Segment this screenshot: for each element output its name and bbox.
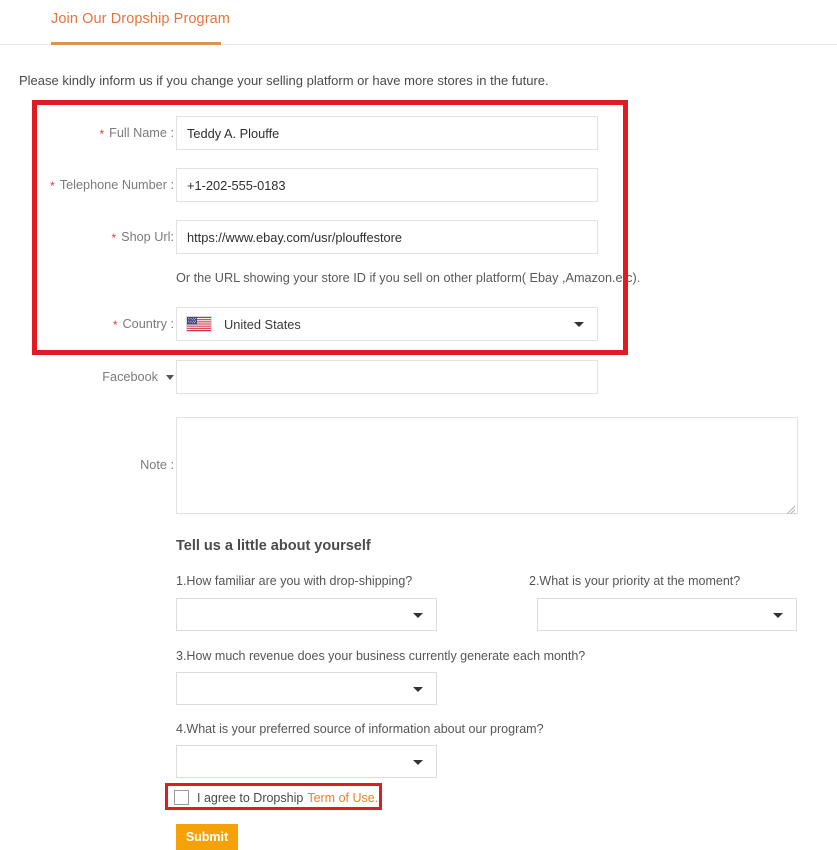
- telephone-row: * Telephone Number :: [40, 168, 174, 202]
- intro-text: Please kindly inform us if you change yo…: [19, 73, 549, 88]
- full-name-input[interactable]: [176, 116, 598, 150]
- chevron-down-icon: [773, 612, 783, 618]
- required-asterisk: *: [99, 127, 105, 141]
- question-4-select[interactable]: [176, 745, 437, 778]
- telephone-label: * Telephone Number :: [50, 168, 174, 202]
- chevron-down-icon: [413, 759, 423, 765]
- submit-button[interactable]: Submit: [176, 824, 238, 850]
- country-label: * Country :: [113, 307, 174, 341]
- shop-url-label: * Shop Url:: [111, 220, 174, 254]
- full-name-row: * Full Name :: [40, 116, 174, 150]
- country-row: * Country :: [40, 307, 174, 341]
- chevron-down-icon: [413, 612, 423, 618]
- terms-text: I agree to Dropship: [197, 790, 304, 805]
- telephone-input[interactable]: [176, 168, 598, 202]
- question-4-label: 4.What is your preferred source of infor…: [176, 722, 544, 736]
- question-3-label: 3.How much revenue does your business cu…: [176, 649, 586, 663]
- required-asterisk: *: [111, 231, 117, 245]
- term-of-use-link[interactable]: Term of Use.: [307, 791, 378, 805]
- shop-url-hint: Or the URL showing your store ID if you …: [176, 271, 641, 285]
- full-name-label-text: Full Name :: [109, 126, 174, 140]
- country-select[interactable]: United States: [176, 307, 598, 341]
- tab-active-underline: [51, 42, 221, 45]
- question-2-label: 2.What is your priority at the moment?: [529, 574, 741, 588]
- chevron-down-icon: [574, 322, 584, 327]
- shop-url-row: * Shop Url:: [40, 220, 174, 254]
- facebook-row: Facebook: [40, 360, 174, 394]
- tab-join-dropship-program[interactable]: Join Our Dropship Program: [51, 11, 230, 27]
- required-asterisk: *: [50, 179, 55, 193]
- country-label-text: Country :: [122, 317, 174, 331]
- textarea-resize-handle[interactable]: [785, 502, 796, 515]
- note-textarea[interactable]: [176, 417, 798, 514]
- tab-bar: Join Our Dropship Program: [0, 0, 837, 45]
- question-1-select[interactable]: [176, 598, 437, 631]
- question-3-select[interactable]: [176, 672, 437, 705]
- country-selected-value: United States: [224, 316, 301, 332]
- full-name-label: * Full Name :: [99, 116, 174, 150]
- chevron-down-icon: [413, 686, 423, 692]
- terms-checkbox[interactable]: [174, 790, 189, 805]
- about-section-title: Tell us a little about yourself: [176, 538, 371, 554]
- telephone-label-text: Telephone Number :: [59, 178, 174, 192]
- terms-agreement-row: I agree to Dropship Term of Use.: [174, 789, 378, 806]
- required-asterisk: *: [112, 318, 118, 332]
- facebook-input[interactable]: [176, 360, 598, 394]
- note-label: Note :: [140, 458, 174, 472]
- question-2-select[interactable]: [537, 598, 797, 631]
- facebook-label[interactable]: Facebook: [102, 360, 174, 394]
- shop-url-input[interactable]: [176, 220, 598, 254]
- shop-url-label-text: Shop Url:: [121, 230, 174, 244]
- note-row: Note :: [40, 448, 174, 482]
- us-flag-icon: [186, 316, 212, 332]
- question-1-label: 1.How familiar are you with drop-shippin…: [176, 574, 413, 588]
- chevron-down-icon[interactable]: [166, 375, 174, 380]
